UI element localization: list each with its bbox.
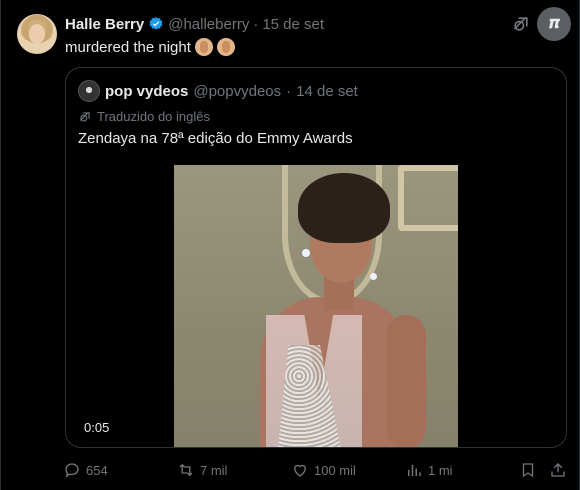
tweet-actions-bar: 654 7 mil 100 mil 1 mi bbox=[63, 460, 573, 480]
share-button[interactable] bbox=[549, 460, 567, 480]
video-person-hair bbox=[298, 173, 390, 243]
reply-button[interactable]: 654 bbox=[63, 460, 108, 480]
header-separator: · bbox=[253, 15, 259, 33]
tweet-container: Halle Berry @halleberry · 15 de set 𝝅 mu… bbox=[0, 0, 580, 490]
quoted-header-separator: · bbox=[286, 82, 292, 100]
translate-icon bbox=[79, 111, 90, 122]
tweet-body: murdered the night bbox=[65, 38, 235, 56]
tweet-header: Halle Berry @halleberry · 15 de set bbox=[65, 14, 324, 34]
verified-badge-icon bbox=[148, 16, 164, 32]
author-avatar[interactable] bbox=[17, 14, 57, 54]
author-name[interactable]: Halle Berry bbox=[65, 16, 144, 33]
quoted-tweet[interactable]: pop vydeos @popvydeos · 14 de set Traduz… bbox=[65, 67, 567, 448]
share-icon bbox=[551, 463, 565, 477]
reply-count: 654 bbox=[86, 462, 108, 478]
video-person-earring bbox=[370, 273, 377, 280]
translated-text: Traduzido do inglês bbox=[97, 109, 210, 124]
video-emmy-letter-shape bbox=[398, 165, 458, 231]
avatar-face bbox=[29, 24, 45, 44]
video-person-earring bbox=[302, 249, 310, 257]
quoted-video[interactable] bbox=[174, 165, 458, 447]
quoted-text: Zendaya na 78ª edição do Emmy Awards bbox=[78, 130, 353, 147]
author-handle[interactable]: @halleberry bbox=[168, 16, 249, 33]
tweet-date[interactable]: 15 de set bbox=[262, 16, 324, 33]
heart-icon bbox=[294, 464, 306, 477]
reply-icon bbox=[65, 463, 79, 478]
video-person-arm bbox=[386, 315, 426, 447]
repost-button[interactable]: 7 mil bbox=[177, 460, 227, 480]
tweet-text: murdered the night bbox=[65, 38, 191, 56]
tweet-top-actions: 𝝅 bbox=[509, 7, 571, 41]
views-chart-icon bbox=[408, 464, 421, 476]
bookmark-icon bbox=[522, 463, 534, 478]
quoted-header: pop vydeos @popvydeos · 14 de set bbox=[78, 80, 358, 102]
quoted-author-name[interactable]: pop vydeos bbox=[105, 83, 188, 100]
more-options-button[interactable]: 𝝅 bbox=[537, 7, 571, 41]
like-button[interactable]: 100 mil bbox=[291, 460, 356, 480]
quoted-author-handle[interactable]: @popvydeos bbox=[193, 83, 281, 100]
translated-label[interactable]: Traduzido do inglês bbox=[78, 109, 210, 124]
quoted-author-avatar[interactable] bbox=[78, 80, 100, 102]
clapping-hands-emoji-icon bbox=[194, 38, 213, 56]
quoted-date[interactable]: 14 de set bbox=[296, 83, 358, 100]
like-count: 100 mil bbox=[314, 462, 356, 478]
clapping-hands-emoji-icon bbox=[216, 38, 235, 56]
repost-icon bbox=[179, 463, 193, 477]
bookmark-button[interactable] bbox=[519, 460, 537, 480]
more-icon: 𝝅 bbox=[548, 15, 560, 32]
views-button[interactable]: 1 mi bbox=[405, 460, 453, 480]
video-timestamp: 0:05 bbox=[84, 420, 110, 435]
repost-count: 7 mil bbox=[200, 462, 228, 478]
views-count: 1 mi bbox=[428, 462, 453, 478]
grok-icon[interactable] bbox=[509, 12, 533, 36]
